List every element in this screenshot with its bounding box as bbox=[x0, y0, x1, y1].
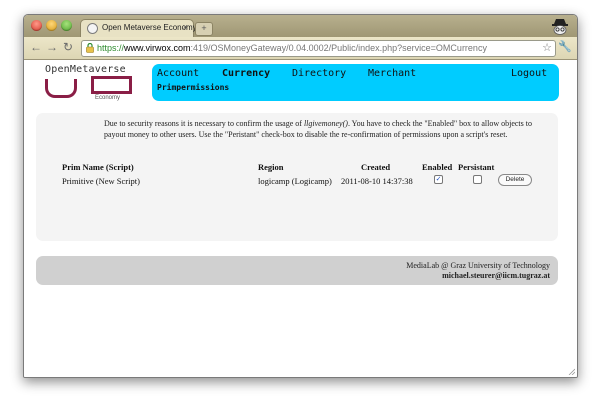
reload-icon[interactable]: ↻ bbox=[63, 40, 73, 54]
nav-merchant[interactable]: Merchant bbox=[368, 68, 416, 79]
address-bar[interactable]: https://www.virwox.com:419/OSMoneyGatewa… bbox=[81, 40, 556, 57]
header-prim-name: Prim Name (Script) bbox=[62, 162, 134, 172]
tab-close-icon[interactable]: × bbox=[183, 22, 188, 32]
page-favicon-icon bbox=[87, 23, 98, 34]
url-text: https://www.virwox.com:419/OSMoneyGatewa… bbox=[97, 43, 487, 53]
bookmark-star-icon[interactable]: ☆ bbox=[542, 41, 552, 54]
row-created: 2011-08-10 14:37:38 bbox=[341, 176, 413, 186]
title-bar: Open Metaverse Economy × + bbox=[24, 15, 577, 38]
row-prim-name: Primitive (New Script) bbox=[62, 176, 140, 186]
new-tab-button[interactable]: + bbox=[195, 22, 213, 36]
page-footer: MediaLab @ Graz University of Technology… bbox=[36, 256, 558, 285]
row-region: logicamp (Logicamp) bbox=[258, 176, 332, 186]
nav-directory[interactable]: Directory bbox=[292, 68, 346, 79]
page-content: OpenMetaverse Economy Account Currency D… bbox=[24, 60, 577, 377]
close-window-button[interactable] bbox=[31, 20, 42, 31]
nav-account[interactable]: Account bbox=[157, 68, 199, 79]
nav-currency[interactable]: Currency bbox=[222, 68, 270, 79]
browser-tab[interactable]: Open Metaverse Economy × bbox=[80, 19, 197, 38]
header-created: Created bbox=[361, 162, 391, 172]
zoom-window-button[interactable] bbox=[61, 20, 72, 31]
main-navigation: Account Currency Directory Merchant Logo… bbox=[152, 64, 559, 101]
subnav-primpermissions[interactable]: Primpermissions bbox=[157, 83, 229, 92]
logo-title: OpenMetaverse bbox=[45, 64, 126, 75]
header-region: Region bbox=[258, 162, 284, 172]
notice-text-before: Due to security reasons it is necessary … bbox=[104, 119, 304, 128]
footer-affiliation: MediaLab @ Graz University of Technology bbox=[406, 261, 550, 270]
notice-function-name: llgivemoney() bbox=[303, 119, 348, 128]
forward-arrow-icon[interactable]: → bbox=[46, 40, 58, 54]
browser-window: Open Metaverse Economy × + ← → ↻ https:/… bbox=[23, 14, 578, 378]
header-persistant: Persistant bbox=[458, 162, 495, 172]
permissions-panel: Due to security reasons it is necessary … bbox=[36, 113, 558, 241]
security-notice: Due to security reasons it is necessary … bbox=[104, 118, 544, 140]
url-path: :419/OSMoneyGateway/0.04.0002/Public/ind… bbox=[190, 43, 487, 53]
delete-button[interactable]: Delete bbox=[498, 174, 532, 186]
persistant-checkbox[interactable] bbox=[473, 175, 482, 184]
logo-rect-shape bbox=[91, 76, 132, 94]
browser-toolbar: ← → ↻ https://www.virwox.com:419/OSMoney… bbox=[24, 37, 577, 60]
header-enabled: Enabled bbox=[422, 162, 453, 172]
footer-email: michael.steurer@iicm.tugraz.at bbox=[442, 271, 550, 280]
url-host: www.virwox.com bbox=[124, 43, 191, 53]
wrench-menu-icon[interactable]: 🔧 bbox=[558, 40, 572, 53]
lock-icon bbox=[86, 43, 94, 53]
minimize-window-button[interactable] bbox=[46, 20, 57, 31]
enabled-checkbox[interactable]: ✓ bbox=[434, 175, 443, 184]
nav-logout[interactable]: Logout bbox=[511, 68, 547, 79]
logo-subtitle: Economy bbox=[95, 95, 121, 101]
incognito-icon bbox=[552, 19, 568, 35]
url-protocol: https:// bbox=[97, 43, 125, 53]
resize-grip-icon[interactable] bbox=[567, 367, 575, 375]
back-arrow-icon[interactable]: ← bbox=[30, 40, 42, 54]
logo-u-shape bbox=[45, 79, 77, 98]
